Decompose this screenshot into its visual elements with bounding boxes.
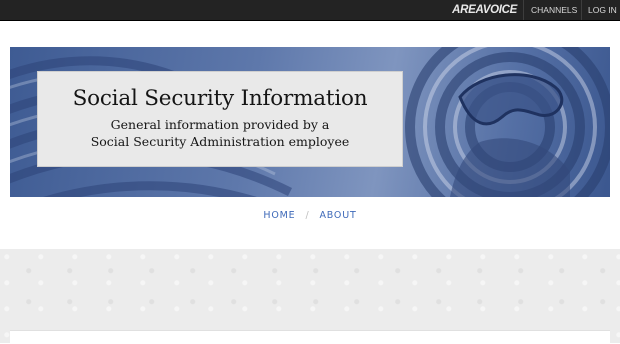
login-link[interactable]: LOG IN <box>588 5 617 16</box>
top-bar: AREAVOICE CHANNELS LOG IN <box>0 0 620 21</box>
nav-home-link[interactable]: HOME <box>263 210 295 221</box>
topbar-divider <box>523 0 524 20</box>
nav-separator: / <box>305 210 310 221</box>
channels-link[interactable]: CHANNELS <box>531 5 577 16</box>
page-background <box>0 249 620 343</box>
main-navigation: HOME / ABOUT <box>10 208 610 224</box>
site-title-box[interactable]: Social Security Information General info… <box>37 71 403 167</box>
site-subtitle-line-2: Social Security Administration employee <box>90 134 350 149</box>
site-title: Social Security Information <box>72 86 368 111</box>
areavoice-logo[interactable]: AREAVOICE <box>452 3 517 17</box>
topbar-divider <box>581 0 582 20</box>
site-subtitle-line-1: General information provided by a <box>110 117 330 132</box>
content-card <box>10 330 610 344</box>
nav-about-link[interactable]: ABOUT <box>319 210 356 221</box>
